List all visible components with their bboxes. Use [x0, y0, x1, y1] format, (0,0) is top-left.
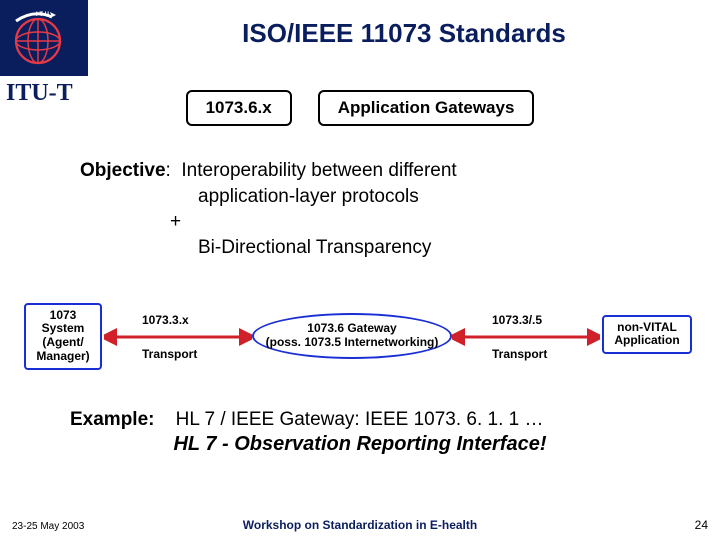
objective-text1: Interoperability between different — [181, 160, 456, 181]
footer-workshop: Workshop on Standardization in E-health — [0, 518, 720, 532]
arrow2-top-label: 1073.3/.5 — [492, 313, 542, 327]
objective-block: Objective: Interoperability between diff… — [80, 158, 640, 261]
slide-footer: 23-25 May 2003 Workshop on Standardizati… — [0, 518, 720, 532]
bidir-arrow-left — [104, 325, 252, 349]
arrow1-bottom-label: Transport — [142, 347, 197, 361]
example-label: Example: — [70, 409, 154, 430]
bidir-arrow-right — [452, 325, 600, 349]
footer-page-number: 24 — [695, 518, 708, 532]
objective-line1: Objective: Interoperability between diff… — [80, 158, 640, 184]
right-app-box: non-VITAL Application — [602, 315, 692, 355]
arrow1-top-label: 1073.3.x — [142, 313, 189, 327]
objective-label: Objective — [80, 160, 166, 181]
footer-date: 23-25 May 2003 — [12, 521, 84, 532]
example-line1: Example: HL 7 / IEEE Gateway: IEEE 1073.… — [70, 409, 650, 431]
example-text2: HL 7 - Observation Reporting Interface! — [70, 433, 650, 456]
svg-text:I T U: I T U — [36, 12, 49, 18]
architecture-diagram: 1073 System (Agent/ Manager) 1073.3.x Tr… — [20, 289, 700, 385]
example-text1: HL 7 / IEEE Gateway: IEEE 1073. 6. 1. 1 … — [176, 409, 544, 430]
gateway-ellipse: 1073.6 Gateway (poss. 1073.5 Internetwor… — [252, 313, 452, 359]
gateway-text: 1073.6 Gateway (poss. 1073.5 Internetwor… — [266, 322, 439, 348]
objective-text3: Bi-Directional Transparency — [80, 235, 640, 261]
left-system-box: 1073 System (Agent/ Manager) — [24, 303, 102, 370]
itu-logo: I T U — [0, 0, 88, 76]
top-boxes-row: 1073.6.x Application Gateways — [0, 90, 720, 126]
arrow2-bottom-label: Transport — [492, 347, 547, 361]
standard-id-box: 1073.6.x — [186, 90, 292, 126]
example-block: Example: HL 7 / IEEE Gateway: IEEE 1073.… — [70, 409, 650, 456]
standard-name-box: Application Gateways — [318, 90, 535, 126]
slide-header: I T U ISO/IEEE 11073 Standards — [0, 0, 720, 76]
itu-t-label: ITU-T — [6, 80, 73, 107]
globe-icon: I T U — [8, 7, 80, 69]
title-area: ISO/IEEE 11073 Standards — [88, 0, 720, 49]
slide-title: ISO/IEEE 11073 Standards — [88, 18, 720, 49]
objective-plus: + — [80, 209, 640, 235]
objective-text2: application-layer protocols — [80, 184, 640, 210]
